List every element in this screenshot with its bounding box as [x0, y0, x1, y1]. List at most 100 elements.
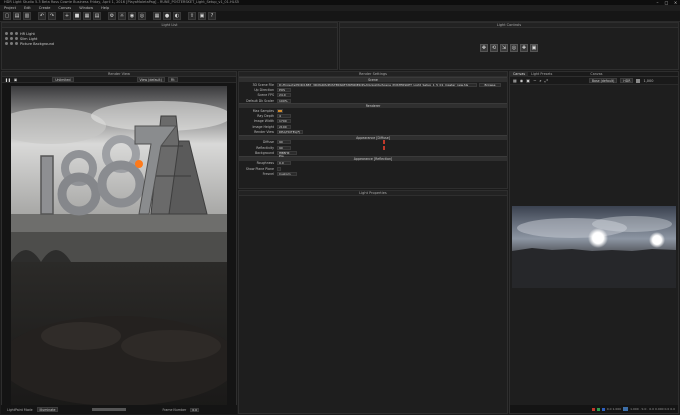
diffuse-input[interactable]: 90 [277, 140, 291, 145]
zoom-select[interactable]: Fit [167, 77, 178, 82]
canvas-color-icon [636, 78, 641, 83]
roughness-input[interactable]: 0.0 [277, 161, 291, 166]
sphere-view-button[interactable]: ● [163, 12, 171, 20]
reflectivity-label: Reflectivity [256, 145, 274, 150]
light-controls-panel: Light Controls ✥ ⟲ ⇲ ◎ ✚ ▣ [339, 22, 679, 70]
reflectivity-input[interactable]: 90 [277, 145, 291, 150]
lock-icon[interactable] [15, 37, 18, 40]
scene-fps-label: Scene FPS [257, 93, 274, 98]
render-view-label: Render View [254, 130, 274, 135]
max-samples-input[interactable] [277, 108, 283, 113]
light-controls-title: Light Controls [340, 23, 678, 28]
screenshot-button[interactable]: ▣ [198, 12, 206, 20]
reflectivity-slider-handle[interactable] [383, 145, 385, 150]
solo-icon[interactable] [10, 32, 13, 35]
background-label: Background [254, 150, 274, 155]
light-list-item[interactable]: Picture Background [2, 41, 337, 46]
view-select[interactable]: View (default) [136, 77, 165, 82]
redo-button[interactable]: ↷ [48, 12, 56, 20]
canvas-lock-icon[interactable]: ▣ [526, 78, 530, 83]
color-swatch-red [591, 407, 595, 411]
scene-file-input[interactable]: D:/Projects/HDR/1887_3D/PARIS/POSTERSKET… [277, 82, 477, 87]
progress-bar [92, 408, 127, 411]
gradient-button[interactable]: ▤ [93, 12, 101, 20]
max-samples-label: Max Samples [252, 108, 274, 113]
show-plane-label: Show Plane Plane [245, 166, 274, 171]
canvas-format-select[interactable]: HDR [620, 78, 634, 83]
light-name: HR Light [20, 31, 35, 36]
camera-button[interactable]: ◎ [138, 12, 146, 20]
grid-view-button[interactable]: ▦ [153, 12, 161, 20]
image-width-input[interactable]: 1700 [277, 119, 291, 124]
new-light-button[interactable]: + [63, 12, 71, 20]
undo-button[interactable]: ↶ [38, 12, 46, 20]
canvas-status-text: 0.0 1.000 [606, 407, 622, 411]
fresnel-label: Fresnel [262, 171, 274, 176]
canvas-search-icon[interactable]: ⌕ [539, 78, 541, 83]
render-mode-select[interactable]: Unlimited [52, 77, 74, 82]
ray-depth-input[interactable]: 4 [277, 114, 291, 119]
render-view-select[interactable]: DEA/HOTEL(F) [277, 130, 303, 135]
visibility-icon[interactable] [5, 37, 8, 40]
rotate-tool-button[interactable]: ⟲ [490, 44, 498, 52]
help-button[interactable]: ? [208, 12, 216, 20]
canvas-grid-icon[interactable]: ▦ [513, 78, 517, 83]
render-image[interactable] [11, 86, 227, 408]
export-button[interactable]: ⇪ [188, 12, 196, 20]
menu-create[interactable]: Create [39, 6, 51, 10]
diffuse-slider-handle[interactable] [383, 140, 385, 145]
canvas-toolbar: ▦ ◉ ▣ − ⌕ ⤢ Base (default) HDR 1,000 [510, 77, 678, 85]
settings-button[interactable]: ⚙ [108, 12, 116, 20]
env-view-button[interactable]: ◐ [173, 12, 181, 20]
scale-tool-button[interactable]: ⇲ [500, 44, 508, 52]
canvas-title: Canvas [590, 72, 603, 76]
new-project-button[interactable]: ▢ [3, 12, 11, 20]
render-button[interactable]: ◉ [128, 12, 136, 20]
visibility-icon[interactable] [5, 32, 8, 35]
tab-canvas[interactable]: Canvas [510, 72, 529, 77]
lightpaint-mode-select[interactable]: Illuminate [36, 407, 59, 412]
sun-light-button[interactable]: ☼ [118, 12, 126, 20]
canvas-view-select[interactable]: Base (default) [588, 78, 618, 83]
light-target-button[interactable]: ◎ [510, 44, 518, 52]
save-project-button[interactable]: ▥ [23, 12, 31, 20]
light-copy-button[interactable]: ▣ [530, 44, 538, 52]
lock-view-icon[interactable]: ▣ [14, 78, 17, 82]
render-image-canvas [11, 86, 227, 408]
canvas-fit-icon[interactable]: ⤢ [545, 78, 548, 83]
canvas-status-bar: 0.0 1.000 1.000 · S:0 · 0.0 0.000 0.0 0.… [510, 405, 678, 413]
canvas-preview-icon [623, 407, 629, 411]
menu-edit[interactable]: Edit [24, 6, 31, 10]
visibility-icon[interactable] [5, 42, 8, 45]
lock-icon[interactable] [15, 42, 18, 45]
hdr-canvas[interactable] [512, 206, 676, 288]
move-tool-button[interactable]: ✥ [480, 44, 488, 52]
area-light-button[interactable]: ■ [73, 12, 81, 20]
scene-fps-input[interactable]: 24.0 [277, 93, 291, 98]
show-plane-checkbox[interactable] [277, 166, 281, 171]
default-dk-scaler-input[interactable]: 100% [277, 98, 291, 103]
up-direction-select[interactable]: POS [277, 87, 291, 92]
scene-file-label: 3D Scene File [252, 82, 274, 87]
open-project-button[interactable]: ▤ [13, 12, 21, 20]
tab-light-presets[interactable]: Light Presets [528, 72, 555, 77]
image-height-input[interactable]: 2100 [277, 124, 291, 129]
menu-window[interactable]: Window [79, 6, 93, 10]
render-view-panel: Render View ❚❚ ▣ Unlimited View (default… [1, 71, 237, 414]
solo-icon[interactable] [10, 42, 13, 45]
solo-icon[interactable] [10, 37, 13, 40]
light-preset-button[interactable]: ▦ [83, 12, 91, 20]
menu-project[interactable]: Project [4, 6, 16, 10]
frame-number-input[interactable]: 0.0 [190, 407, 199, 412]
lock-icon[interactable] [15, 32, 18, 35]
canvas-sphere-icon[interactable]: ◉ [520, 78, 524, 83]
pause-icon[interactable]: ❚❚ [5, 78, 11, 82]
browse-button[interactable]: Browse [479, 82, 501, 87]
fresnel-select[interactable]: Custom [277, 171, 297, 176]
canvas-coords: 1.000 · S:0 · 0.0 0.000 0.0 0.0 [630, 407, 675, 411]
menu-canvas[interactable]: Canvas [58, 6, 71, 10]
light-add-button[interactable]: ✚ [520, 44, 528, 52]
background-select[interactable]: HBBHII Pro [277, 150, 297, 157]
canvas-zoom-out-icon[interactable]: − [533, 78, 536, 83]
menu-help[interactable]: Help [101, 6, 109, 10]
